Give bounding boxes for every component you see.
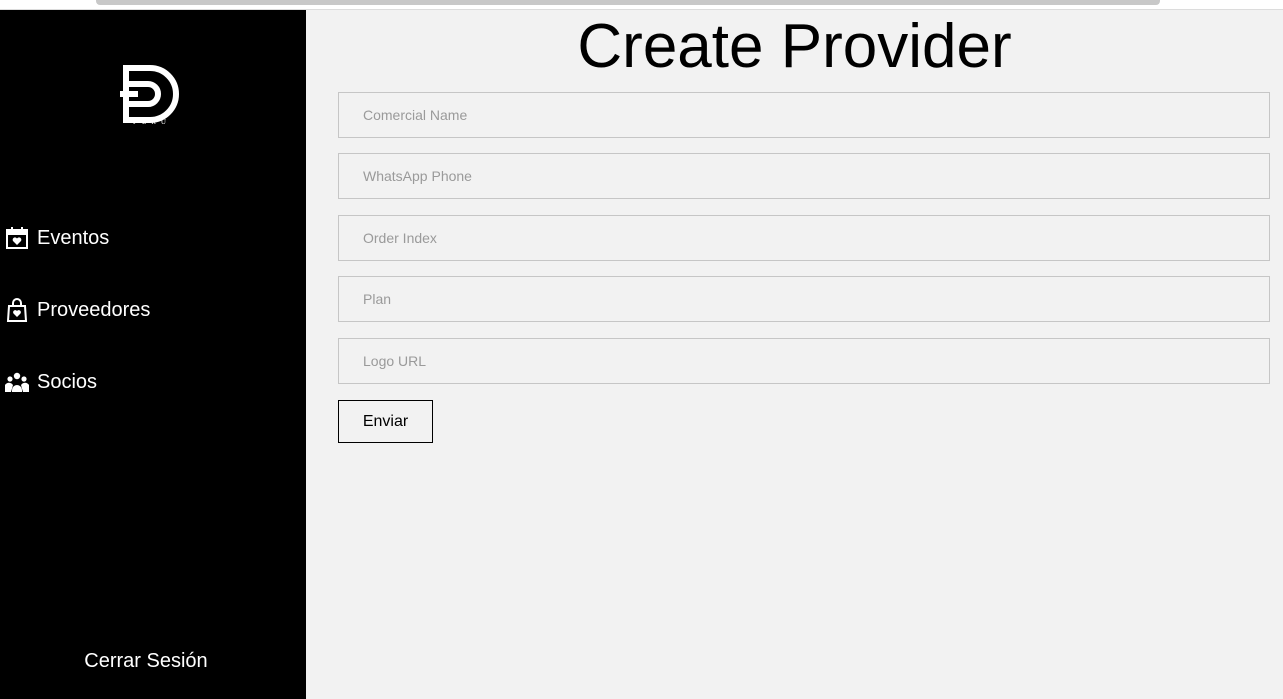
- submit-button[interactable]: Enviar: [338, 400, 433, 443]
- sidebar-item-socios[interactable]: Socios: [5, 367, 97, 397]
- logo-url-field[interactable]: [338, 338, 1270, 384]
- comercial-name-field[interactable]: [338, 92, 1270, 138]
- users-group-icon: [5, 370, 29, 394]
- order-index-field[interactable]: [338, 215, 1270, 261]
- sidebar-item-label: Socios: [37, 370, 98, 393]
- sidebar-item-label: Proveedores: [37, 298, 151, 321]
- logout-button[interactable]: Cerrar Sesión: [0, 650, 292, 673]
- horizontal-scrollbar[interactable]: [96, 0, 1160, 5]
- calendar-heart-icon: [5, 226, 29, 250]
- sidebar-item-eventos[interactable]: Eventos: [5, 223, 109, 253]
- shopping-bag-heart-icon: [5, 298, 29, 322]
- sidebar-item-label: Eventos: [37, 226, 110, 249]
- browser-top-bar: [0, 0, 1283, 10]
- whatsapp-phone-field[interactable]: [338, 153, 1270, 199]
- plan-field[interactable]: [338, 276, 1270, 322]
- page-title: Create Provider: [577, 12, 1012, 81]
- sidebar-item-proveedores[interactable]: Proveedores: [5, 295, 150, 325]
- sidebar: PERÚ Eventos Proveedores Socios Cerrar S…: [0, 10, 306, 699]
- brand-logo-subtitle: PERÚ: [133, 118, 171, 126]
